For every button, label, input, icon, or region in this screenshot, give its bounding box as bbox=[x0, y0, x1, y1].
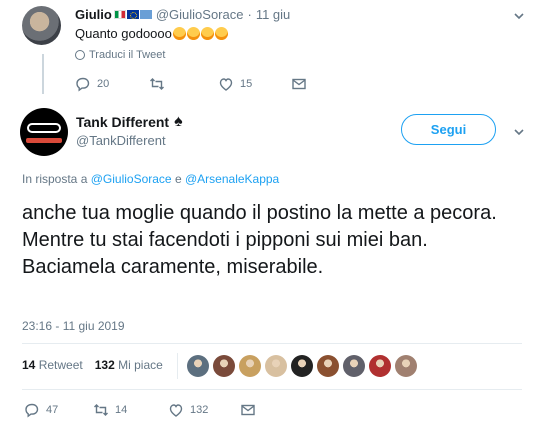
stats-divider bbox=[177, 353, 178, 379]
mention-link-2[interactable]: @ArsenaleKappa bbox=[185, 172, 279, 186]
envelope-icon bbox=[291, 76, 307, 92]
likes-stat[interactable]: 132 Mi piace bbox=[95, 358, 163, 372]
thread-connector-line bbox=[42, 54, 44, 94]
main-action-reply[interactable]: 47 bbox=[24, 402, 93, 418]
retweet-icon bbox=[149, 76, 165, 92]
main-action-like[interactable]: 132 bbox=[168, 402, 240, 418]
liker-avatar[interactable] bbox=[291, 355, 313, 377]
avatar-brand-stripe bbox=[26, 138, 62, 143]
liker-avatar[interactable] bbox=[265, 355, 287, 377]
reply-action-like[interactable]: 15 bbox=[218, 76, 291, 92]
liker-avatar[interactable] bbox=[395, 355, 417, 377]
reply-action-reply[interactable]: 20 bbox=[75, 76, 149, 92]
reply-icon bbox=[75, 76, 91, 92]
translate-label: Traduci il Tweet bbox=[89, 49, 166, 61]
reply-count: 20 bbox=[97, 78, 110, 90]
reply-author-name[interactable]: Giulio bbox=[75, 7, 112, 22]
retweets-value: 14 bbox=[22, 358, 36, 372]
likes-label: Mi piace bbox=[118, 358, 163, 372]
reply-tweet-header: Giulio @GiulioSorace · 11 giu bbox=[75, 7, 290, 22]
main-tweet-timestamp[interactable]: 23:16 - 11 giu 2019 bbox=[22, 319, 125, 333]
flag-emojis bbox=[113, 10, 152, 19]
main-retweet-count: 14 bbox=[115, 404, 128, 416]
retweet-icon bbox=[93, 402, 109, 418]
in-reply-prefix: In risposta a bbox=[22, 172, 88, 186]
engagement-stats: 14 Retweet 132 Mi piace bbox=[22, 358, 163, 372]
main-action-dm[interactable] bbox=[240, 402, 256, 418]
main-tweet-actions: 47 14 132 bbox=[24, 402, 256, 418]
reply-text-content: Quanto godoooo bbox=[75, 26, 172, 41]
main-like-count: 132 bbox=[190, 404, 209, 416]
heart-icon bbox=[168, 402, 184, 418]
spade-symbol: ♠ bbox=[174, 113, 183, 130]
main-author-name-row[interactable]: Tank Different ♠ bbox=[76, 113, 183, 131]
avatar-car-shape bbox=[27, 123, 61, 133]
mention-link-1[interactable]: @GiulioSorace bbox=[91, 172, 172, 186]
liker-avatars bbox=[187, 355, 417, 377]
italy-flag-icon bbox=[113, 10, 126, 19]
main-tweet-text: anche tua moglie quando il postino la me… bbox=[22, 202, 497, 278]
main-author-avatar[interactable] bbox=[20, 108, 68, 156]
reply-more-chevron-icon[interactable] bbox=[512, 9, 526, 23]
retweets-label: Retweet bbox=[38, 358, 83, 372]
divider bbox=[22, 389, 522, 390]
separator-dot: · bbox=[247, 7, 252, 22]
liker-avatar[interactable] bbox=[187, 355, 209, 377]
reply-tweet-actions: 20 15 bbox=[75, 76, 307, 92]
in-reply-and: e bbox=[174, 172, 182, 186]
envelope-icon bbox=[240, 402, 256, 418]
liker-avatar[interactable] bbox=[369, 355, 391, 377]
reply-action-retweet[interactable] bbox=[149, 76, 218, 92]
main-author-handle[interactable]: @TankDifferent bbox=[76, 133, 166, 148]
main-action-retweet[interactable]: 14 bbox=[93, 402, 168, 418]
likes-value: 132 bbox=[94, 358, 115, 372]
translate-tweet-link[interactable]: Traduci il Tweet bbox=[75, 49, 165, 61]
reply-icon bbox=[24, 402, 40, 418]
main-reply-count: 47 bbox=[46, 404, 59, 416]
main-author-name[interactable]: Tank Different bbox=[76, 114, 169, 130]
heart-icon bbox=[218, 76, 234, 92]
retweets-stat[interactable]: 14 Retweet bbox=[22, 358, 83, 372]
reply-author-avatar[interactable] bbox=[22, 6, 61, 45]
laughing-emoji-icon bbox=[172, 26, 228, 41]
un-flag-icon bbox=[139, 10, 152, 19]
liker-avatar[interactable] bbox=[343, 355, 365, 377]
eu-flag-icon bbox=[126, 10, 139, 19]
divider bbox=[22, 343, 522, 344]
liker-avatar[interactable] bbox=[239, 355, 261, 377]
reply-author-handle[interactable]: @GiulioSorace bbox=[156, 7, 244, 22]
in-reply-to: In risposta a @GiulioSorace e @ArsenaleK… bbox=[22, 172, 279, 186]
like-count: 15 bbox=[240, 78, 253, 90]
liker-avatar[interactable] bbox=[213, 355, 235, 377]
reply-action-dm[interactable] bbox=[291, 76, 307, 92]
main-more-chevron-icon[interactable] bbox=[512, 125, 526, 139]
liker-avatar[interactable] bbox=[317, 355, 339, 377]
reply-tweet-time[interactable]: 11 giu bbox=[256, 7, 290, 22]
follow-button[interactable]: Segui bbox=[401, 114, 496, 145]
globe-icon bbox=[75, 50, 85, 60]
reply-tweet-text: Quanto godoooo bbox=[75, 26, 228, 41]
